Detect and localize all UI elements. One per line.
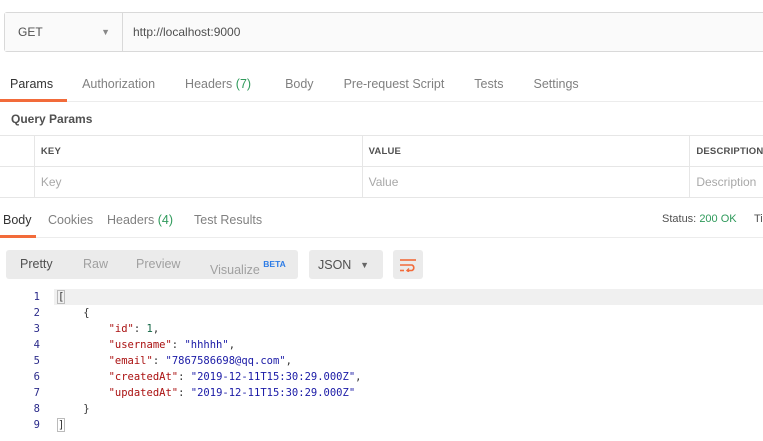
chevron-down-icon: ▼ <box>101 27 110 37</box>
method-select[interactable]: GET ▼ <box>5 13 123 51</box>
comma: , <box>355 371 362 383</box>
code-line: "updatedAt": "2019-12-11T15:30:29.000Z" <box>108 387 356 399</box>
close-brace: } <box>83 403 90 415</box>
method-label: GET <box>18 25 43 39</box>
code-line: { <box>58 305 763 321</box>
key-input[interactable]: Key <box>35 167 363 197</box>
column-header-key: KEY <box>35 136 363 166</box>
table-row: Key Value Description <box>0 167 763 198</box>
response-tabs: Body Cookies Headers (4) Test Results St… <box>0 203 763 238</box>
params-table: KEY VALUE DESCRIPTION Key Value Descript… <box>0 135 763 198</box>
tab-count: (4) <box>157 213 174 227</box>
response-tab-test-results[interactable]: Test Results <box>194 203 262 238</box>
request-bar: GET ▼ http://localhost:9000 <box>4 12 763 52</box>
status-label: Status: <box>662 213 697 225</box>
tab-tests[interactable]: Tests <box>474 70 503 102</box>
view-pretty-button[interactable]: Pretty <box>20 250 53 279</box>
line-number: 5 <box>33 355 40 367</box>
line-number: 2 <box>33 307 40 319</box>
description-input[interactable]: Description <box>690 167 763 197</box>
view-mode-selector: Pretty Raw Preview Visualize BETA <box>6 250 298 279</box>
tab-label: Cookies <box>48 213 94 227</box>
json-value: "2019-12-11T15:30:29.000Z" <box>190 387 356 399</box>
section-title: Query Params <box>11 112 93 126</box>
tab-label: Headers <box>107 213 155 227</box>
json-key: "createdAt" <box>108 371 179 383</box>
beta-badge: BETA <box>263 259 286 269</box>
tab-pre-request-script[interactable]: Pre-request Script <box>344 70 445 102</box>
close-bracket: ] <box>56 418 66 432</box>
tab-label: Body <box>3 213 32 227</box>
json-key: "updatedAt" <box>108 387 179 399</box>
tab-headers[interactable]: Headers (7) <box>185 70 251 102</box>
line-number: 8 <box>33 403 40 415</box>
code-line: "id": 1, <box>108 323 160 335</box>
tab-body[interactable]: Body <box>285 70 314 102</box>
tab-count: (7) <box>235 77 252 91</box>
json-value: "2019-12-11T15:30:29.000Z" <box>190 371 356 383</box>
checkbox-column-header <box>0 136 35 166</box>
code-line: } <box>58 401 763 417</box>
tab-authorization[interactable]: Authorization <box>82 70 155 102</box>
format-select[interactable]: JSON ▼ <box>309 250 383 279</box>
json-value: "hhhhh" <box>184 339 229 351</box>
tab-label: Settings <box>533 77 579 91</box>
wrap-lines-icon <box>400 258 416 272</box>
comma: , <box>228 339 236 351</box>
table-header-row: KEY VALUE DESCRIPTION <box>0 136 763 167</box>
code-line: ] <box>56 417 763 433</box>
line-number: 3 <box>33 323 40 335</box>
response-tab-body[interactable]: Body <box>0 203 36 238</box>
response-tab-headers[interactable]: Headers (4) <box>107 203 173 238</box>
line-number: 9 <box>33 419 40 431</box>
line-number-gutter: 1 2 3 4 5 6 7 8 9 <box>0 289 40 433</box>
chevron-down-icon: ▼ <box>360 259 369 270</box>
tab-settings[interactable]: Settings <box>533 70 578 102</box>
visualize-label: Visualize <box>210 263 260 277</box>
tab-params[interactable]: Params <box>0 70 68 102</box>
open-brace: { <box>83 307 90 319</box>
line-number: 7 <box>33 387 40 399</box>
code-line: "email": "7867586698@qq.com", <box>108 355 292 367</box>
line-number: 6 <box>33 371 40 383</box>
json-value: "7867586698@qq.com" <box>165 355 286 367</box>
response-body-editor[interactable]: 1 2 3 4 5 6 7 8 9 [ { "id": 1, "username… <box>0 289 763 441</box>
request-tabs: Params Authorization Headers (7) Body Pr… <box>0 70 763 102</box>
view-visualize-button[interactable]: Visualize BETA <box>210 250 286 279</box>
tab-label: Authorization <box>82 77 156 91</box>
json-key: "email" <box>108 355 153 367</box>
code-lines: [ { "id": 1, "username": "hhhhh", "email… <box>54 289 763 433</box>
view-raw-button[interactable]: Raw <box>83 250 108 279</box>
tab-label: Pre-request Script <box>343 77 445 91</box>
status-badge: 200 OK <box>699 213 737 225</box>
value-input[interactable]: Value <box>363 167 691 197</box>
tab-label: Headers <box>185 77 233 91</box>
code-line: "username": "hhhhh", <box>108 339 236 351</box>
tab-label: Tests <box>474 77 504 91</box>
json-key: "id" <box>108 323 134 335</box>
line-number: 4 <box>33 339 40 351</box>
url-input[interactable]: http://localhost:9000 <box>123 13 763 51</box>
open-bracket: [ <box>56 290 66 304</box>
response-tab-cookies[interactable]: Cookies <box>48 203 93 238</box>
view-preview-button[interactable]: Preview <box>136 250 180 279</box>
column-header-description: DESCRIPTION <box>696 145 763 157</box>
column-header-value: VALUE <box>363 136 691 166</box>
comma: , <box>285 355 292 367</box>
tab-label: Params <box>10 77 54 91</box>
code-line: "createdAt": "2019-12-11T15:30:29.000Z", <box>108 371 362 383</box>
row-checkbox-cell <box>0 167 35 197</box>
response-time-label: Ti <box>754 213 763 225</box>
comma: , <box>152 323 160 335</box>
format-label: JSON <box>318 257 352 272</box>
json-key: "username" <box>108 339 172 351</box>
response-status: Status: 200 OK <box>662 203 737 238</box>
code-line: [ <box>54 289 763 305</box>
url-value: http://localhost:9000 <box>133 25 241 39</box>
line-number: 1 <box>33 291 40 303</box>
wrap-lines-button[interactable] <box>393 250 423 279</box>
tab-label: Body <box>285 77 314 91</box>
tab-label: Test Results <box>194 213 263 227</box>
